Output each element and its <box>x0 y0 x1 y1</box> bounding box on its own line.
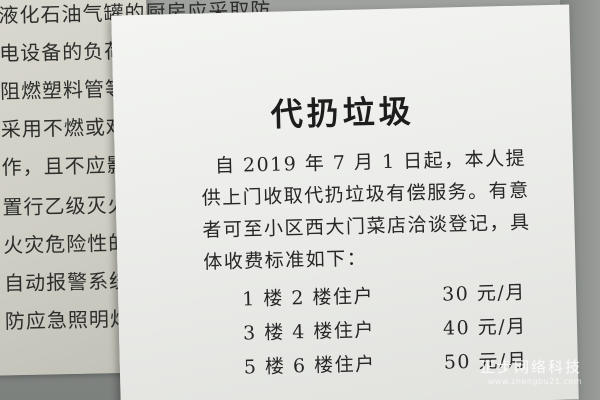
fee-price: 40 元/月 <box>442 315 527 340</box>
watermark-name: 正步网络科技 <box>479 358 582 376</box>
notice-paper: 代扔垃圾 自 2019 年 7 月 1 日起，本人提 供上门收取代扔垃圾有偿服务… <box>111 4 579 400</box>
watermark-url: www.zhengbu21.com <box>487 377 582 386</box>
fee-floor-label: 3 楼 4 楼住户 <box>242 319 376 345</box>
notice-body-line: 供上门收取代扔垃圾有偿服务。有意 <box>201 179 530 210</box>
fee-floor-label: 5 楼 6 楼住户 <box>243 353 376 379</box>
notice-title: 代扔垃圾 <box>270 92 416 134</box>
photo-scene: 液化石油气罐的厨房应采取防 电设备的负荷要 阻燃塑料管等。 采用不燃或难燃 作，… <box>0 0 600 400</box>
notice-body-line: 体收费标准如下： <box>203 247 368 274</box>
notice-body-line: 自 2019 年 7 月 1 日起，本人提 <box>214 147 527 178</box>
watermark: 正步网络科技 www.zhengbu21.com <box>480 356 582 386</box>
notice-body-line: 者可至小区西大门菜店洽谈登记，具 <box>202 211 531 242</box>
fee-floor-label: 1 楼 2 楼住户 <box>241 285 375 311</box>
fee-price: 30 元/月 <box>441 281 527 306</box>
